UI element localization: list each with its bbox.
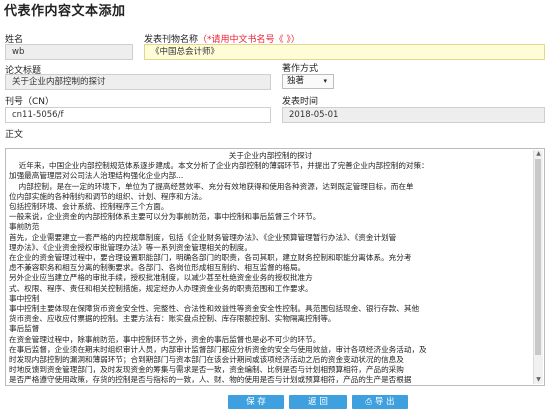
editor-line: 另外企业应当建立严格的审批手续，授权批准制度，以减少甚至杜绝资金业务的授权批准方 <box>9 273 313 283</box>
editor-line: 是否严格遵守使用政策，存货的控制是否与指标的一致，人、财、物的使用是否与计划或预… <box>9 375 412 383</box>
journal-field[interactable]: 《中国总会计师》 <box>144 44 545 60</box>
paper-title-field[interactable]: 关于企业内部控制的探讨 <box>5 74 271 90</box>
page-title: 代表作内容文本添加 <box>4 4 126 19</box>
editor-line: 内部控制，是在一定的环境下，单位为了提高经营效率、充分有效地获得和使用各种资源，… <box>9 181 414 191</box>
editor-line: 首先，企业需要建立一套严格的内控规章制度，包括《企业财务管理办法》、《企业预算管… <box>9 232 397 242</box>
back-button-label: 返 回 <box>308 397 328 407</box>
cn-field[interactable]: cn11-5056/f <box>5 107 271 123</box>
editor-title: 关于企业内部控制的探讨 <box>228 151 313 160</box>
export-icon: ⎙ <box>365 397 372 406</box>
author-mode-label: 著作方式 <box>282 64 319 74</box>
author-mode-select[interactable]: 独著 ▾ <box>282 74 334 89</box>
export-button-label: 导 出 <box>374 397 395 407</box>
editor-line: 在资金管理过程中，除事前防范，事中控制环节之外，资金的事后监督也是必不可少的环节… <box>9 334 321 344</box>
editor-line: 时地反馈到资金管理部门，及时发现资金的筹集与需求是否一致，资金编制、比例是否与计… <box>9 365 404 375</box>
editor-line: 时发现内部控制的漏洞和薄弱环节；合到期部门与资本部门在该会计期间或该项经济活动之… <box>9 355 404 365</box>
editor-line: 事后监督 <box>9 324 40 334</box>
editor-line: 货币资金、应收应付票据的控制。主要方法有：账实盘点控制、库存限额控制、实物隔离控… <box>9 314 336 324</box>
scroll-up-icon[interactable]: ▲ <box>534 150 543 158</box>
author-mode-value: 独著 <box>287 76 305 86</box>
editor-line: 近年来，中国企业内部控制规范体系逐步建成。本文分析了企业内部控制的薄弱环节，并提… <box>9 161 429 171</box>
editor-content[interactable]: 关于企业内部控制的探讨 近年来，中国企业内部控制规范体系逐步建成。本文分析了企业… <box>9 151 532 383</box>
editor-line: 事中控制主要体现在保障货币资金安全性、完整性、合法性和效益性等资金安全性控制。具… <box>9 304 420 314</box>
export-button[interactable]: ⎙ 导 出 <box>352 395 408 409</box>
editor-scrollbar[interactable]: ▲ ▼ <box>533 150 543 384</box>
body-label: 正文 <box>5 130 24 140</box>
editor-line: 一般来说，企业资金的内部控制体系主要可以分为事前防范，事中控制和事后监督三个环节… <box>9 212 321 222</box>
body-editor[interactable]: 关于企业内部控制的探讨 近年来，中国企业内部控制规范体系逐步建成。本文分析了企业… <box>5 148 545 386</box>
pub-time-field[interactable]: 2018-05-01 <box>282 107 545 123</box>
save-button-label: 保 存 <box>246 397 266 407</box>
editor-line: 包括控制环境、会计系统、控制程序三个方面。 <box>9 202 169 212</box>
editor-line: 理办法》、《企业资金授权审批管理办法》等一系列资金管理相关的制度。 <box>9 242 252 252</box>
editor-line: 式、权限、程序、责任和相关控制措施，规定经办人办理资金业务的职责范围和工作要求。 <box>9 283 313 293</box>
editor-line: 位内部实施的各种制约和调节的组织、计划、程序和方法。 <box>9 191 207 201</box>
scroll-thumb[interactable] <box>535 159 541 355</box>
editor-line: 虑不兼容职务和相互分离的制衡要求。各部门、各岗位形成相互制约、相互监督的格局。 <box>9 263 306 273</box>
cn-label: 刊号（CN） <box>5 97 55 107</box>
editor-lines: 近年来，中国企业内部控制规范体系逐步建成。本文分析了企业内部控制的薄弱环节，并提… <box>9 161 532 383</box>
chevron-down-icon: ▾ <box>323 77 327 85</box>
back-button[interactable]: 返 回 <box>289 395 347 409</box>
editor-line: 事前防范 <box>9 222 40 232</box>
editor-line: 在事后监督，企业须在期末时组织审计人员，内部审计监督部门都应分析资金的安全与使用… <box>9 344 427 354</box>
pub-time-label: 发表时间 <box>282 97 319 107</box>
name-field[interactable]: wb <box>5 44 133 60</box>
editor-line: 加强最高管理层对公司法人治理结构强化企业内部... <box>9 171 184 181</box>
scroll-down-icon[interactable]: ▼ <box>534 376 543 384</box>
save-button[interactable]: 保 存 <box>228 395 284 409</box>
editor-line: 事中控制 <box>9 293 40 303</box>
editor-line: 在企业的资金管理过程中，要合理设置职能部门，明确各部门的职责，各司其职，建立财务… <box>9 253 412 263</box>
